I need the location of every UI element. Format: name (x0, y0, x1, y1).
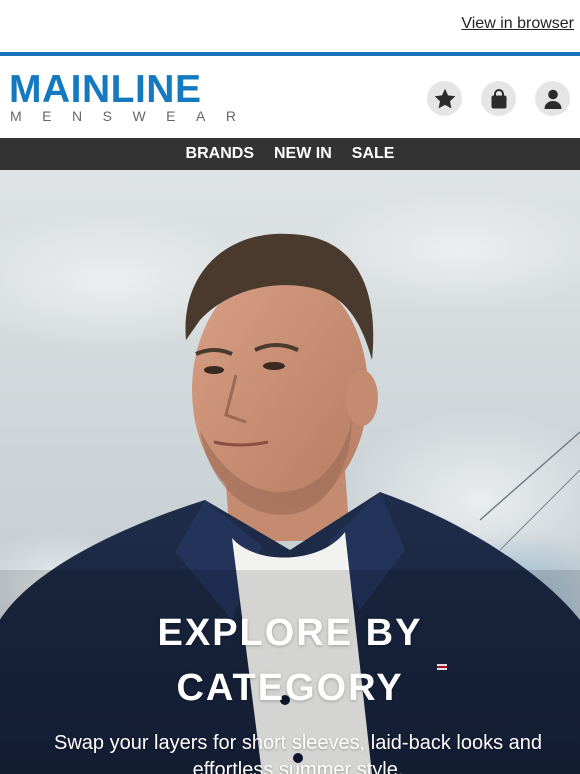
email-page: View in browser MAINLINE MENSWEAR BRANDS… (0, 0, 580, 774)
hero-subtitle: Swap your layers for short sleeves, laid… (53, 732, 542, 774)
brand-name: MAINLINE (9, 68, 202, 111)
bag-icon (491, 88, 506, 108)
hero-title-line-2: CATEGORY (176, 667, 404, 709)
account-button[interactable] (535, 81, 570, 116)
user-icon (544, 89, 561, 109)
basket-button[interactable] (481, 81, 516, 116)
nav-item-sale[interactable]: SALE (352, 145, 395, 163)
header: MAINLINE MENSWEAR (0, 56, 580, 138)
hero-banner[interactable]: EXPLORE BY CATEGORY Swap your layers for… (0, 170, 580, 774)
view-in-browser-link[interactable]: View in browser (461, 15, 574, 33)
nav-item-brands[interactable]: BRANDS (186, 145, 254, 163)
header-icons (427, 81, 570, 116)
hero-title: EXPLORE BY CATEGORY (0, 606, 580, 716)
star-icon (434, 88, 455, 108)
main-nav: BRANDS NEW IN SALE (0, 138, 580, 170)
brand-logo[interactable]: MAINLINE MENSWEAR (9, 68, 257, 124)
top-bar: View in browser (0, 0, 580, 52)
hero-title-line-1: EXPLORE BY (157, 612, 423, 654)
nav-item-new-in[interactable]: NEW IN (274, 145, 332, 163)
brand-tagline: MENSWEAR (10, 108, 257, 124)
wishlist-button[interactable] (427, 81, 462, 116)
